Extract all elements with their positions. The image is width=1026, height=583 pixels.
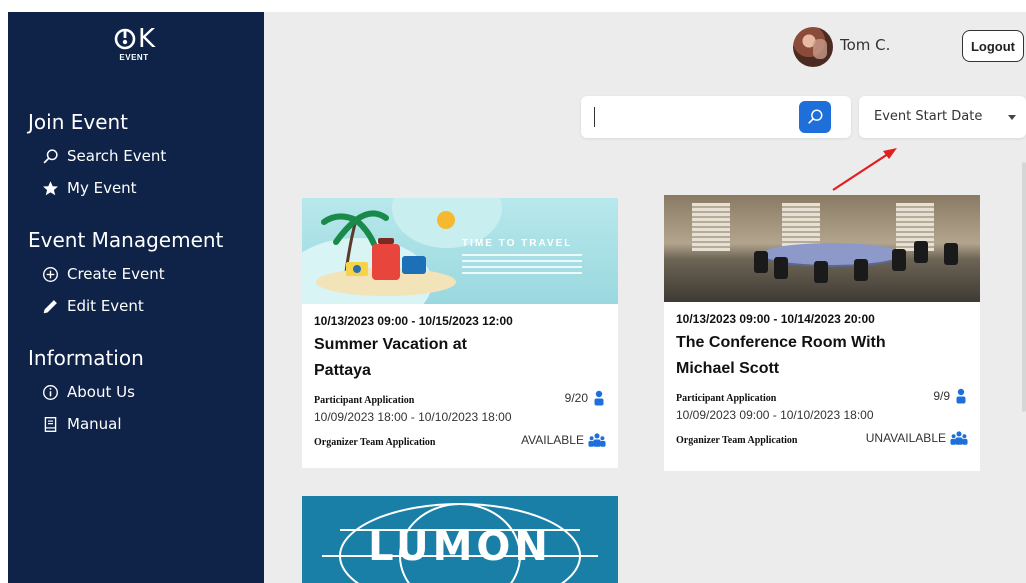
nav-section-event-management: Event Management Create Event Edit Event [28, 228, 223, 322]
sidebar-item-label: Edit Event [67, 297, 144, 315]
event-image [664, 195, 980, 302]
star-icon [43, 180, 58, 195]
app-frame: K EVENT Join Event Search Event My Event… [8, 12, 1026, 583]
image-caption: LUMON [368, 524, 552, 570]
logout-button[interactable]: Logout [962, 30, 1024, 62]
sidebar-item-my-event[interactable]: My Event [42, 172, 166, 204]
nav-heading-information: Information [28, 346, 144, 370]
image-caption: TIME TO TRAVEL [462, 238, 573, 249]
participant-count: 9/9 [933, 389, 950, 403]
nav-section-join-event: Join Event Search Event My Event [28, 110, 166, 204]
search-input[interactable] [591, 105, 791, 129]
team-icon [950, 431, 968, 445]
organizer-application-label: Organizer Team Application [314, 437, 436, 448]
annotation-arrow-icon [832, 148, 897, 191]
team-icon [588, 433, 606, 447]
plus-circle-icon [43, 266, 58, 282]
search-button[interactable] [799, 101, 831, 133]
logo-power-icon [114, 28, 136, 50]
chevron-down-icon [1008, 115, 1016, 120]
sidebar-item-edit-event[interactable]: Edit Event [42, 290, 223, 322]
scrollbar[interactable] [1022, 162, 1026, 412]
person-icon [594, 390, 604, 406]
organizer-application-label: Organizer Team Application [676, 435, 798, 446]
event-title-line1: The Conference Room With [676, 334, 886, 351]
nav-heading-event-management: Event Management [28, 228, 224, 252]
participant-application-label: Participant Application [676, 393, 777, 404]
organizer-status: UNAVAILABLE [865, 431, 946, 445]
sort-select[interactable]: Event Start Date [859, 96, 1026, 138]
participant-application-dates: 10/09/2023 09:00 - 10/10/2023 18:00 [676, 408, 874, 422]
event-card[interactable]: TIME TO TRAVEL 10/13/2023 09:00 - 10/15/… [302, 198, 618, 468]
sidebar-item-label: Search Event [67, 147, 167, 165]
info-circle-icon [43, 384, 58, 400]
search-box [581, 96, 851, 138]
avatar[interactable] [793, 27, 833, 67]
pencil-icon [43, 299, 57, 313]
event-title-line1: Summer Vacation at [314, 336, 467, 353]
sidebar-item-create-event[interactable]: Create Event [42, 258, 223, 290]
participant-application-label: Participant Application [314, 395, 415, 406]
nav-heading-join-event: Join Event [28, 110, 129, 134]
travel-illustration-icon [316, 210, 456, 296]
person-icon [956, 388, 966, 404]
search-icon [43, 148, 58, 163]
sidebar-item-about-us[interactable]: About Us [42, 376, 144, 408]
event-title-line2: Michael Scott [676, 360, 780, 377]
nav-section-information: Information About Us Manual [28, 346, 144, 440]
event-card[interactable]: LUMON [302, 496, 618, 583]
logo-letter: K [137, 24, 156, 54]
event-image: TIME TO TRAVEL [302, 198, 618, 304]
event-card[interactable]: 10/13/2023 09:00 - 10/14/2023 20:00 The … [664, 195, 980, 471]
logo-mark: K [104, 26, 164, 52]
event-title-line2: Pattaya [314, 362, 371, 379]
sidebar: K EVENT Join Event Search Event My Event… [8, 12, 264, 583]
search-icon [808, 109, 823, 124]
sidebar-item-label: About Us [67, 383, 135, 401]
sidebar-item-label: Create Event [67, 265, 165, 283]
participant-count: 9/20 [564, 391, 588, 405]
sidebar-item-label: Manual [67, 415, 122, 433]
participant-application-dates: 10/09/2023 18:00 - 10/10/2023 18:00 [314, 410, 512, 424]
event-dates: 10/13/2023 09:00 - 10/15/2023 12:00 [314, 314, 513, 328]
event-dates: 10/13/2023 09:00 - 10/14/2023 20:00 [676, 312, 875, 326]
event-image: LUMON [302, 496, 618, 583]
sidebar-item-search-event[interactable]: Search Event [42, 140, 166, 172]
sidebar-item-manual[interactable]: Manual [42, 408, 144, 440]
username: Tom C. [840, 36, 891, 54]
sort-selected-value: Event Start Date [874, 109, 983, 124]
logo[interactable]: K EVENT [104, 26, 164, 62]
image-decoration [462, 254, 582, 278]
sidebar-item-label: My Event [67, 179, 137, 197]
book-icon [44, 416, 57, 432]
logo-subtitle: EVENT [119, 53, 149, 62]
organizer-status: AVAILABLE [521, 433, 584, 447]
